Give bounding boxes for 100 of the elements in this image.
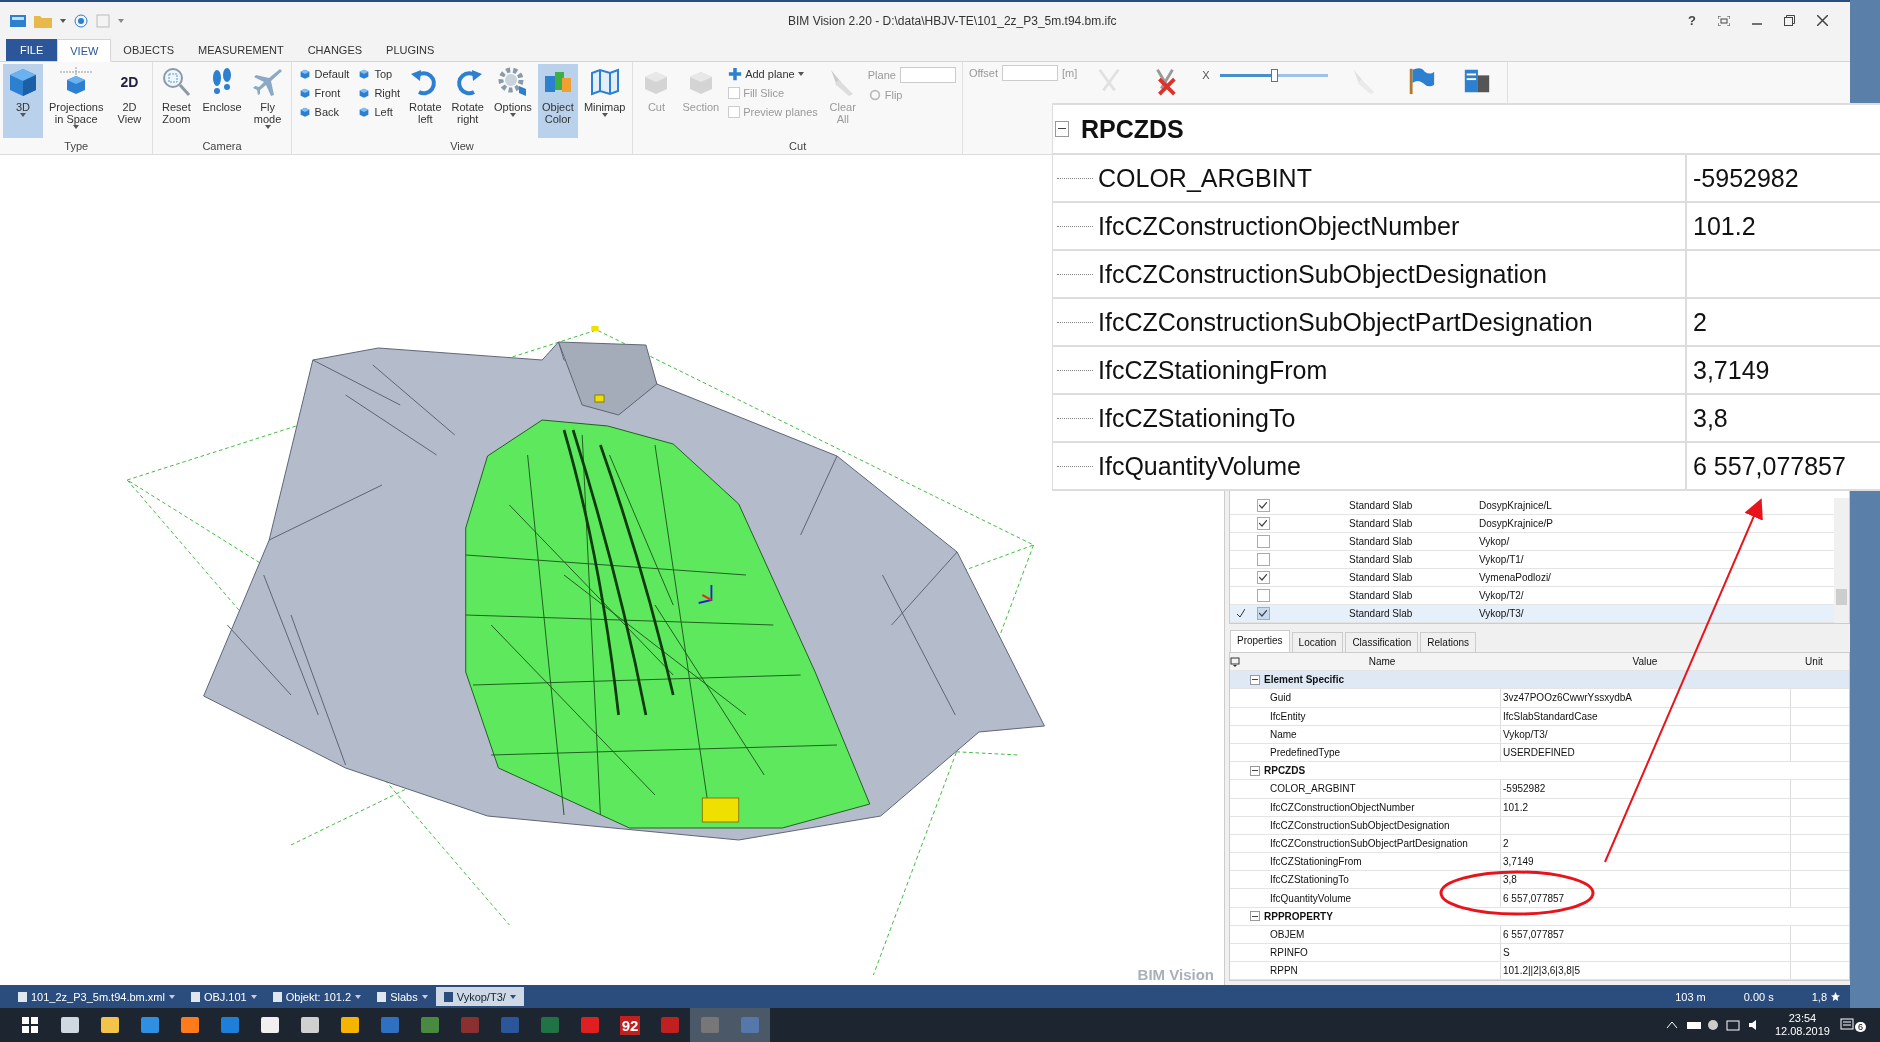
column-header[interactable]: Value bbox=[1500, 656, 1790, 668]
ribbon-tab[interactable]: OBJECTS bbox=[111, 39, 187, 62]
app-icon bbox=[100, 1015, 120, 1035]
element-type: Standard Slab bbox=[1349, 499, 1414, 511]
property-name: IfcCZStationingTo bbox=[1269, 874, 1350, 886]
property-value: 101.2 bbox=[1693, 211, 1756, 241]
ribbon-button[interactable]: Options bbox=[489, 64, 536, 139]
restore-icon[interactable] bbox=[1784, 15, 1795, 27]
ribbon-small-button[interactable]: Top bbox=[354, 66, 404, 83]
ribbon-button[interactable]: Minimap bbox=[579, 64, 630, 139]
caret-icon bbox=[421, 994, 428, 999]
property-value: 3,7149 bbox=[1503, 856, 1534, 868]
column-header[interactable]: Unit bbox=[1790, 656, 1838, 668]
ribbon-small-button[interactable]: Add plane bbox=[725, 66, 821, 83]
property-value: Vykop/T3/ bbox=[1503, 728, 1548, 740]
ribbon-button[interactable]: Reset Zoom bbox=[156, 64, 197, 139]
ribbon-tab[interactable]: PLUGINS bbox=[374, 39, 447, 62]
collapse-toggle[interactable] bbox=[1250, 765, 1260, 776]
property-value: 3,7149 bbox=[1693, 355, 1770, 385]
collapse-toggle[interactable] bbox=[1250, 674, 1260, 685]
status-item[interactable]: 101_2z_P3_5m.t94.bm.xml bbox=[10, 987, 183, 1007]
field-label: Plane bbox=[867, 69, 896, 82]
status-item[interactable]: Objekt: 101.2 bbox=[264, 987, 370, 1007]
fullscreen-icon[interactable] bbox=[1718, 15, 1730, 26]
input-field[interactable] bbox=[899, 67, 956, 84]
app-icon bbox=[300, 1015, 320, 1035]
ribbon-tab[interactable]: FILE bbox=[6, 39, 58, 62]
visibility-checkbox[interactable] bbox=[1256, 570, 1270, 584]
visibility-checkbox[interactable] bbox=[1256, 534, 1270, 548]
element-type: Standard Slab bbox=[1349, 571, 1414, 583]
ribbon-small-button[interactable]: Default bbox=[294, 66, 353, 83]
visibility-checkbox[interactable] bbox=[1256, 498, 1270, 512]
property-value: -5952982 bbox=[1503, 783, 1546, 795]
caret-icon bbox=[355, 994, 362, 999]
visibility-checkbox[interactable] bbox=[1256, 516, 1270, 530]
ribbon-button[interactable]: 3D bbox=[3, 64, 43, 139]
element-name: DosypKrajnice/P bbox=[1479, 517, 1554, 529]
ribbon-tab[interactable]: VIEW bbox=[57, 39, 112, 63]
app-icon[interactable] bbox=[10, 14, 26, 27]
taskbar-app[interactable]: 92 bbox=[610, 1008, 650, 1042]
column-header[interactable]: Name bbox=[1264, 656, 1500, 668]
collapse-toggle[interactable] bbox=[1055, 121, 1069, 137]
status-item[interactable]: Vykop/T3/ bbox=[435, 987, 524, 1007]
app-icon bbox=[220, 1015, 240, 1035]
element-row[interactable]: Standard Slab Vykop/T2/ bbox=[1230, 586, 1834, 605]
visibility-checkbox[interactable] bbox=[1256, 552, 1270, 566]
status-text: 1,8 bbox=[1811, 990, 1827, 1003]
property-name: IfcCZConstructionObjectNumber bbox=[1053, 211, 1685, 241]
status-text: 0.00 s bbox=[1743, 990, 1774, 1003]
magnifier-icon bbox=[160, 66, 193, 99]
ribbon-button[interactable]: 2D 2D View bbox=[109, 64, 150, 139]
check-icon bbox=[1259, 609, 1267, 617]
ribbon-small-button[interactable]: Right bbox=[354, 85, 404, 102]
panel-tab[interactable]: Properties bbox=[1230, 630, 1290, 652]
ribbon-button[interactable]: Projections in Space bbox=[45, 64, 108, 139]
element-row[interactable]: Standard Slab Vykop/T1/ bbox=[1230, 550, 1834, 569]
ribbon-small-button[interactable]: Back bbox=[294, 104, 353, 121]
app-icon bbox=[460, 1015, 480, 1035]
property-name: IfcCZStationingFrom bbox=[1269, 856, 1363, 868]
ribbon-button[interactable]: Rotate left bbox=[405, 64, 446, 139]
input-field[interactable] bbox=[1002, 65, 1059, 82]
axis-label: X bbox=[1202, 69, 1210, 82]
ribbon-tab[interactable]: CHANGES bbox=[295, 39, 375, 62]
help-button[interactable]: ? bbox=[1688, 13, 1696, 29]
collapse-toggle[interactable] bbox=[1250, 911, 1260, 922]
check-icon bbox=[1259, 573, 1267, 581]
panel-tab[interactable]: Relations bbox=[1420, 632, 1476, 652]
group-label: Camera bbox=[201, 140, 243, 155]
property-value: 6 557,077857 bbox=[1693, 451, 1846, 481]
panel-tab[interactable]: Location bbox=[1291, 632, 1344, 652]
slider-thumb[interactable] bbox=[1270, 68, 1278, 82]
property-name: RPINFO bbox=[1269, 947, 1309, 959]
3d-model-drawing[interactable] bbox=[126, 326, 1045, 976]
status-item[interactable]: Slabs bbox=[369, 987, 436, 1007]
visibility-checkbox[interactable] bbox=[1256, 588, 1270, 602]
ribbon-tab[interactable]: MEASUREMENT bbox=[186, 39, 296, 62]
status-item[interactable]: OBJ.101 bbox=[182, 987, 265, 1007]
check-icon bbox=[1259, 501, 1267, 509]
app-icon bbox=[700, 1015, 720, 1035]
panel-tab[interactable]: Classification bbox=[1345, 632, 1419, 652]
ribbon-button[interactable]: Object Color bbox=[537, 64, 578, 139]
ribbon-small-button[interactable]: Front bbox=[294, 85, 353, 102]
ribbon-button[interactable]: Enclose bbox=[198, 64, 246, 139]
element-row[interactable]: Standard Slab VymenaPodlozi/ bbox=[1230, 568, 1834, 587]
element-row[interactable]: Standard Slab Vykop/ bbox=[1230, 532, 1834, 551]
sort-icon[interactable] bbox=[1230, 656, 1240, 667]
ribbon-small-button[interactable]: Left bbox=[354, 104, 404, 121]
notification-button[interactable]: 6 bbox=[1840, 1018, 1866, 1032]
visibility-checkbox[interactable] bbox=[1256, 606, 1270, 620]
2d-icon: 2D bbox=[120, 66, 139, 99]
close-icon[interactable] bbox=[1817, 15, 1828, 27]
scrollbar[interactable] bbox=[1834, 497, 1849, 623]
element-name: Vykop/T3/ bbox=[1479, 607, 1525, 619]
target-icon[interactable] bbox=[74, 13, 88, 28]
field-label: Offset bbox=[968, 67, 999, 80]
ribbon-button[interactable]: Rotate right bbox=[447, 64, 488, 139]
app-icon bbox=[140, 1015, 160, 1035]
element-row[interactable]: Standard Slab DosypKrajnice/L bbox=[1230, 496, 1834, 515]
element-row[interactable]: Standard Slab DosypKrajnice/P bbox=[1230, 514, 1834, 533]
ribbon-button[interactable]: Fly mode bbox=[247, 64, 288, 139]
